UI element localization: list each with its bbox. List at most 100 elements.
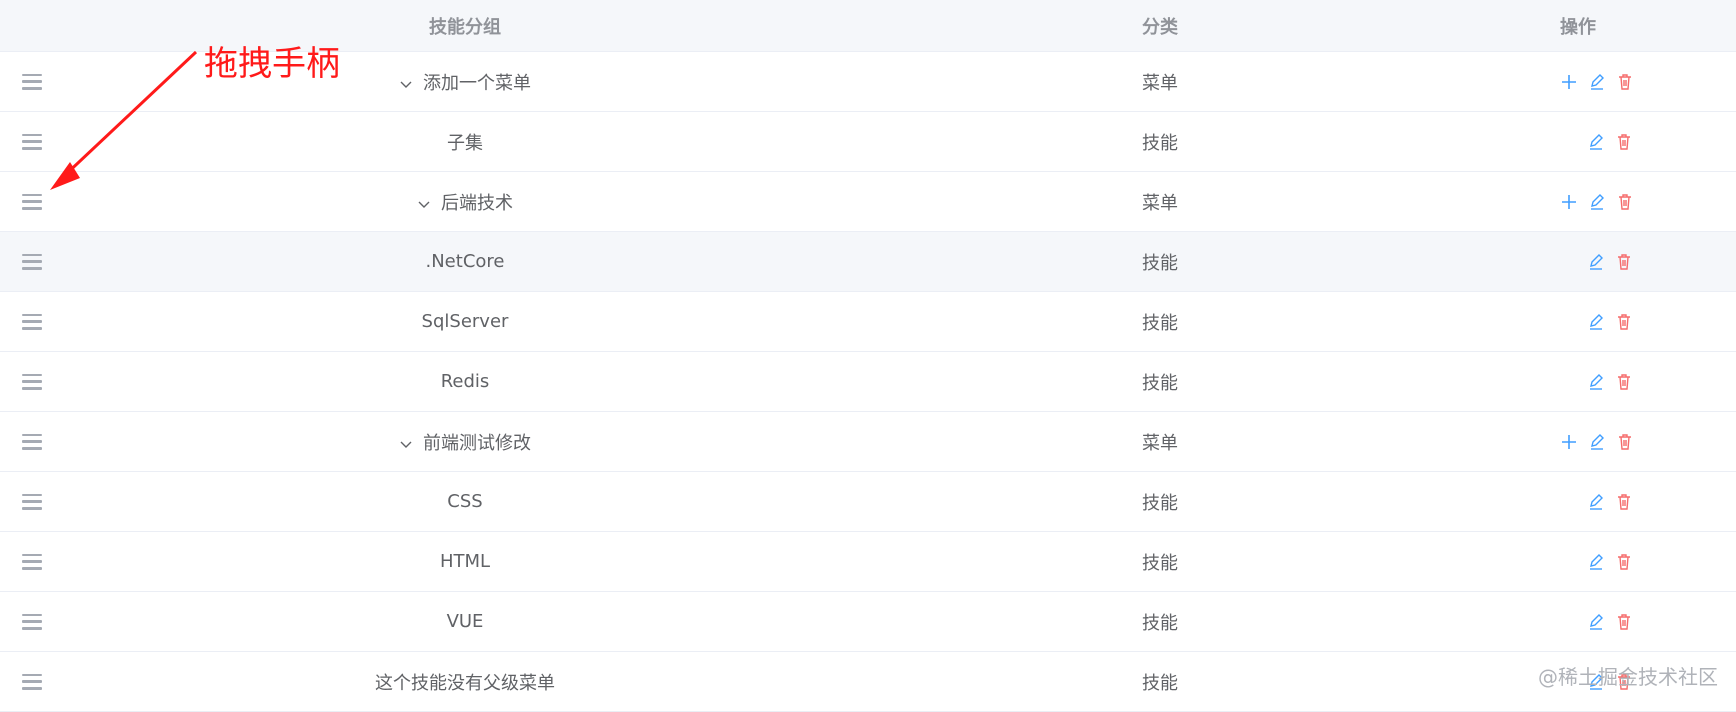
row-name: .NetCore xyxy=(425,251,505,272)
row-name: 这个技能没有父级菜单 xyxy=(375,672,555,694)
drag-handle-icon[interactable] xyxy=(22,493,42,510)
row-name: HTML xyxy=(439,551,491,572)
ops-cell xyxy=(1460,352,1736,411)
drag-handle-icon[interactable] xyxy=(22,253,42,270)
table-row[interactable]: SqlServer 技能 xyxy=(0,292,1736,352)
table-row[interactable]: CSS 技能 xyxy=(0,472,1736,532)
header-name: 技能分组 xyxy=(429,16,501,38)
edit-icon[interactable] xyxy=(1588,73,1606,91)
row-name: SqlServer xyxy=(421,311,509,332)
ops-cell xyxy=(1460,472,1736,531)
edit-icon[interactable] xyxy=(1587,553,1605,571)
table-row[interactable]: 后端技术 菜单 xyxy=(0,172,1736,232)
name-cell: 后端技术 xyxy=(70,172,860,231)
edit-icon[interactable] xyxy=(1587,253,1605,271)
chevron-down-icon[interactable] xyxy=(417,195,431,209)
header-ops: 操作 xyxy=(1460,0,1736,51)
name-cell: HTML xyxy=(70,532,860,591)
plus-icon[interactable] xyxy=(1560,193,1578,211)
ops-cell xyxy=(1460,172,1736,231)
handle-cell xyxy=(0,652,70,711)
handle-cell xyxy=(0,412,70,471)
delete-icon[interactable] xyxy=(1615,133,1633,151)
delete-icon[interactable] xyxy=(1615,373,1633,391)
name-cell: 添加一个菜单 xyxy=(70,52,860,111)
drag-handle-icon[interactable] xyxy=(22,193,42,210)
ops-cell xyxy=(1460,232,1736,291)
chevron-down-icon[interactable] xyxy=(399,435,413,449)
edit-icon[interactable] xyxy=(1588,193,1606,211)
row-type: 技能 xyxy=(1142,612,1178,634)
drag-handle-icon[interactable] xyxy=(22,313,42,330)
name-cell: 这个技能没有父级菜单 xyxy=(70,652,860,711)
plus-icon[interactable] xyxy=(1560,433,1578,451)
row-type: 菜单 xyxy=(1142,72,1178,94)
edit-icon[interactable] xyxy=(1587,373,1605,391)
delete-icon[interactable] xyxy=(1615,493,1633,511)
row-type: 技能 xyxy=(1142,372,1178,394)
handle-cell xyxy=(0,232,70,291)
row-type: 技能 xyxy=(1142,252,1178,274)
drag-handle-icon[interactable] xyxy=(22,613,42,630)
delete-icon[interactable] xyxy=(1615,613,1633,631)
drag-handle-icon[interactable] xyxy=(22,553,42,570)
delete-icon[interactable] xyxy=(1615,313,1633,331)
row-type: 菜单 xyxy=(1142,192,1178,214)
delete-icon[interactable] xyxy=(1615,253,1633,271)
ops-cell xyxy=(1460,112,1736,171)
annotation-label: 拖拽手柄 xyxy=(204,44,340,84)
name-cell: Redis xyxy=(70,352,860,411)
handle-cell xyxy=(0,472,70,531)
handle-cell xyxy=(0,532,70,591)
row-type: 技能 xyxy=(1142,492,1178,514)
drag-handle-icon[interactable] xyxy=(22,133,42,150)
table-row[interactable]: Redis 技能 xyxy=(0,352,1736,412)
drag-handle-icon[interactable] xyxy=(22,433,42,450)
name-cell: SqlServer xyxy=(70,292,860,351)
handle-cell xyxy=(0,292,70,351)
table-row[interactable]: HTML 技能 xyxy=(0,532,1736,592)
table-row[interactable]: 子集 技能 xyxy=(0,112,1736,172)
drag-handle-icon[interactable] xyxy=(22,373,42,390)
edit-icon[interactable] xyxy=(1587,133,1605,151)
drag-handle-icon[interactable] xyxy=(22,673,42,690)
table-row[interactable]: .NetCore 技能 xyxy=(0,232,1736,292)
edit-icon[interactable] xyxy=(1587,313,1605,331)
row-type: 技能 xyxy=(1142,312,1178,334)
name-cell: CSS xyxy=(70,472,860,531)
delete-icon[interactable] xyxy=(1616,73,1634,91)
drag-handle-icon[interactable] xyxy=(22,73,42,90)
ops-cell xyxy=(1460,52,1736,111)
handle-cell xyxy=(0,352,70,411)
row-type: 技能 xyxy=(1142,132,1178,154)
row-name: 后端技术 xyxy=(441,192,513,214)
delete-icon[interactable] xyxy=(1615,553,1633,571)
handle-cell xyxy=(0,172,70,231)
name-cell: .NetCore xyxy=(70,232,860,291)
header-ops-label: 操作 xyxy=(1560,16,1596,38)
row-name: VUE xyxy=(446,611,484,632)
skill-table: 技能分组 分类 操作 添加一个菜单 菜单 子集 技能 后端技术 菜单 .NetCore 技能 S… xyxy=(0,0,1736,712)
row-name: 前端测试修改 xyxy=(423,432,531,454)
watermark: @稀土掘金技术社区 xyxy=(1538,665,1718,689)
edit-icon[interactable] xyxy=(1587,613,1605,631)
handle-cell xyxy=(0,592,70,651)
header-handle-cell xyxy=(0,0,70,51)
table-row[interactable]: 前端测试修改 菜单 xyxy=(0,412,1736,472)
table-row[interactable]: 这个技能没有父级菜单 技能 xyxy=(0,652,1736,712)
row-name: 子集 xyxy=(447,132,483,154)
edit-icon[interactable] xyxy=(1587,493,1605,511)
row-name: Redis xyxy=(440,371,490,392)
delete-icon[interactable] xyxy=(1616,433,1634,451)
row-type: 技能 xyxy=(1142,672,1178,694)
table-body: 添加一个菜单 菜单 子集 技能 后端技术 菜单 .NetCore 技能 SqlServer 技能 R… xyxy=(0,52,1736,712)
delete-icon[interactable] xyxy=(1616,193,1634,211)
edit-icon[interactable] xyxy=(1588,433,1606,451)
plus-icon[interactable] xyxy=(1560,73,1578,91)
header-type: 分类 xyxy=(1142,16,1178,38)
name-cell: 子集 xyxy=(70,112,860,171)
table-row[interactable]: VUE 技能 xyxy=(0,592,1736,652)
chevron-down-icon[interactable] xyxy=(399,75,413,89)
name-cell: 前端测试修改 xyxy=(70,412,860,471)
row-name: 添加一个菜单 xyxy=(423,72,531,94)
